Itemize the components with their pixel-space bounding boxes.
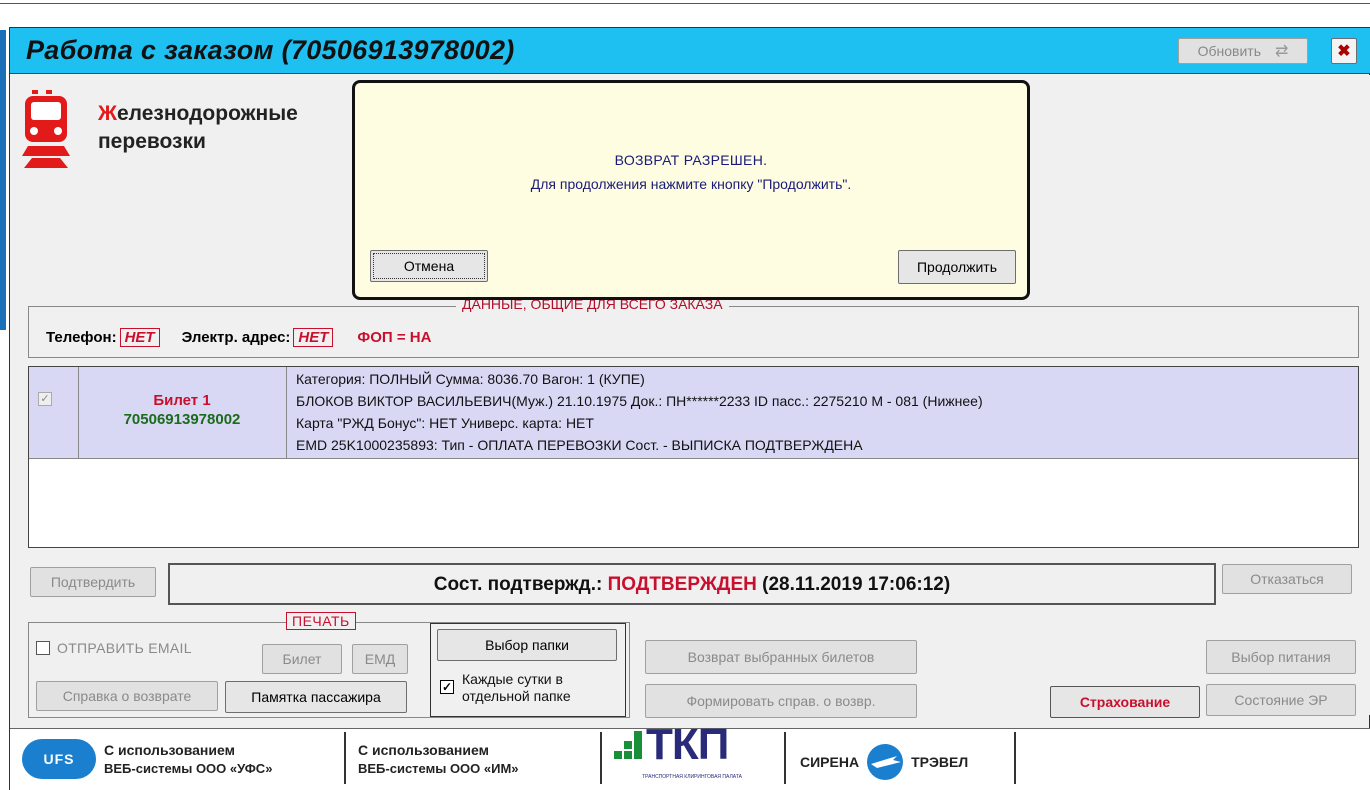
send-email-option[interactable]: ОТПРАВИТЬ EMAIL: [36, 640, 192, 656]
phone-value: НЕТ: [119, 328, 160, 347]
ticket-line-3: Карта "РЖД Бонус": НЕТ Универс. карта: Н…: [296, 415, 594, 431]
email-value: НЕТ: [293, 328, 334, 347]
sirena-travel-logo: СИРЕНА ТРЭВЕЛ: [800, 742, 968, 782]
email-label: Электр. адрес:: [181, 329, 291, 346]
choose-folder-button[interactable]: Выбор папки: [437, 629, 617, 661]
dialog-message-hint: Для продолжения нажмите кнопку "Продолжи…: [530, 176, 852, 192]
rail-transport-title: Железнодорожные перевозки: [98, 100, 298, 156]
footer-divider-3: [784, 732, 786, 784]
insurance-button[interactable]: Страхование: [1050, 686, 1200, 718]
refresh-label: Обновить: [1197, 43, 1261, 59]
left-edge-strip: [0, 30, 6, 330]
fop-value: ФОП = НА: [357, 329, 432, 346]
return-selected-tickets-button[interactable]: Возврат выбранных билетов: [645, 640, 917, 674]
footer-divider-1: [344, 732, 346, 784]
contact-row: Телефон: НЕТ Электр. адрес: НЕТ ФОП = НА: [46, 328, 431, 347]
sirena-text-left: СИРЕНА: [800, 754, 860, 770]
im-credit-line1: С использованием: [358, 742, 489, 758]
meal-choice-button[interactable]: Выбор питания: [1206, 640, 1356, 674]
top-border: [0, 0, 1370, 4]
status-datetime: (28.11.2019 17:06:12): [762, 574, 951, 595]
status-label: Сост. подтвержд.:: [433, 574, 603, 595]
refund-certificate-button[interactable]: Справка о возврате: [36, 681, 218, 711]
im-credit: С использованием ВЕБ-системы ООО «ИМ»: [358, 741, 519, 778]
window-title: Работа с заказом (70506913978002): [26, 35, 515, 65]
ticket-name: Билет 1: [153, 392, 211, 409]
ufs-credit-line1: С использованием: [104, 742, 235, 758]
confirmation-status: Сост. подтвержд.: ПОДТВЕРЖДЕН (28.11.201…: [168, 574, 1216, 596]
train-icon: [22, 90, 70, 168]
sirena-text-right: ТРЭВЕЛ: [911, 754, 969, 770]
refresh-button[interactable]: Обновить ⇄: [1178, 38, 1308, 64]
passenger-memo-button[interactable]: Памятка пассажира: [225, 681, 407, 713]
ticket-number: 70506913978002: [123, 411, 241, 428]
tkp-logo-text: ТКП: [646, 720, 729, 769]
status-value: ПОДТВЕРЖДЕН: [607, 574, 757, 595]
ticket-line-4: EMD 25K1000235893: Тип - ОПЛАТА ПЕРЕВОЗК…: [296, 437, 863, 453]
refresh-icon: ⇄: [1274, 43, 1289, 60]
dialog-cancel-button[interactable]: Отмена: [370, 250, 488, 282]
ticket-line-1: Категория: ПОЛНЫЙ Сумма: 8036.70 Вагон: …: [296, 371, 645, 387]
title-first-letter: Ж: [98, 102, 117, 125]
close-icon: ✖: [1337, 43, 1351, 60]
form-refund-certificate-button[interactable]: Формировать справ. о возвр.: [645, 684, 917, 718]
ticket-col-divider-1: [78, 367, 79, 459]
ufs-credit: С использованием ВЕБ-системы ООО «УФС»: [104, 741, 272, 778]
print-legend: ПЕЧАТЬ: [286, 612, 356, 630]
ticket-checkbox[interactable]: ✓: [38, 392, 52, 406]
tkp-logo-caption: ТРАНСПОРТНАЯ КЛИРИНГОВАЯ ПАЛАТА: [642, 774, 742, 780]
im-credit-line2: ВЕБ-системы ООО «ИМ»: [358, 761, 519, 776]
ufs-logo-text: UFS: [43, 751, 75, 767]
plane-icon: [867, 744, 904, 780]
title-line2: перевозки: [98, 130, 206, 153]
daily-folder-checkbox[interactable]: ✓: [440, 680, 454, 694]
send-email-checkbox[interactable]: [36, 641, 50, 655]
send-email-label: ОТПРАВИТЬ EMAIL: [57, 640, 192, 656]
er-state-button[interactable]: Состояние ЭР: [1206, 684, 1356, 716]
footer-divider-4: [1014, 732, 1016, 784]
confirm-button[interactable]: Подтвердить: [30, 567, 156, 597]
dialog-continue-button[interactable]: Продолжить: [898, 250, 1016, 284]
tkp-logo: ТКП ТРАНСПОРТНАЯ КЛИРИНГОВАЯ ПАЛАТА: [612, 723, 772, 787]
dialog-message-title: ВОЗВРАТ РАЗРЕШЕН.: [614, 152, 768, 168]
ufs-logo: UFS: [22, 739, 96, 779]
ticket-line-2: БЛОКОВ ВИКТОР ВАСИЛЬЕВИЧ(Муж.) 21.10.197…: [296, 393, 983, 409]
ufs-credit-line2: ВЕБ-системы ООО «УФС»: [104, 761, 273, 776]
close-button[interactable]: ✖: [1331, 38, 1357, 64]
title-line1-rest: елезнодорожные: [116, 102, 298, 125]
footer-divider-2: [600, 732, 602, 784]
phone-label: Телефон:: [46, 329, 117, 346]
ticket-col-divider-2: [286, 367, 287, 459]
print-emd-button[interactable]: ЕМД: [352, 644, 408, 674]
print-ticket-button[interactable]: Билет: [262, 644, 342, 674]
daily-folder-label-1: Каждые сутки в: [462, 671, 563, 687]
daily-folder-label: Каждые сутки в отдельной папке: [462, 671, 571, 705]
daily-folder-label-2: отдельной папке: [462, 688, 571, 704]
refuse-button[interactable]: Отказаться: [1222, 564, 1352, 594]
